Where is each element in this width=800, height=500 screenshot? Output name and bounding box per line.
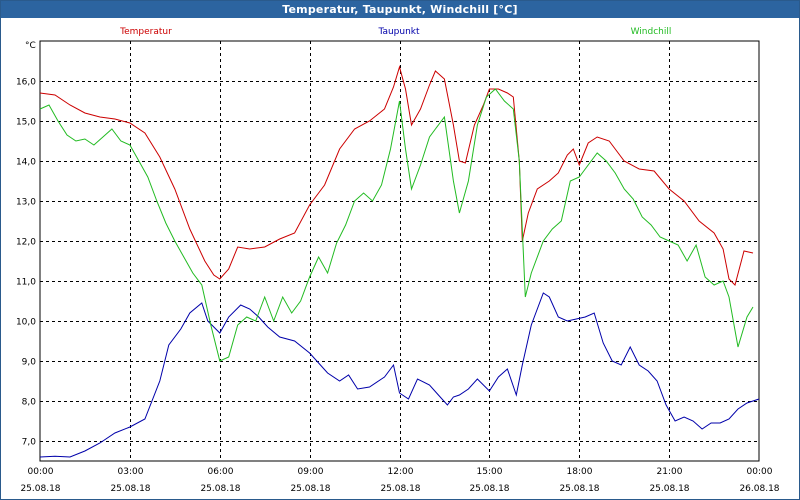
- y-tick-label: 8,0: [22, 398, 37, 408]
- x-tick-date: 26.08.18: [739, 484, 779, 494]
- y-tick-label: 11,0: [16, 278, 36, 288]
- x-tick-date: 25.08.18: [200, 484, 240, 494]
- x-tick-date: 25.08.18: [469, 484, 509, 494]
- y-tick-label: 12,0: [16, 238, 36, 248]
- chart-window: Temperatur, Taupunkt, Windchill [°C] 7,0…: [0, 0, 800, 500]
- y-axis-unit: °C: [25, 41, 36, 51]
- y-tick-label: 14,0: [16, 158, 36, 168]
- y-tick-label: 9,0: [22, 358, 37, 368]
- y-axis-ticks: 7,0 8,0 9,0 10,0 11,0 12,0 13,0 14,0 15,0 16,0: [16, 78, 36, 448]
- x-tick-date: 25.08.18: [110, 484, 150, 494]
- x-tick-time: 03:00: [118, 467, 144, 477]
- legend-temperatur: Temperatur: [119, 27, 172, 37]
- x-tick-date: 25.08.18: [290, 484, 330, 494]
- line-chart: 7,0 8,0 9,0 10,0 11,0 12,0 13,0 14,0 15,0 16,0 00…: [16, 27, 780, 494]
- x-tick-time: 09:00: [298, 467, 324, 477]
- y-tick-label: 10,0: [16, 318, 36, 328]
- x-tick-time: 00:00: [747, 467, 773, 477]
- x-tick-date: 25.08.18: [20, 484, 60, 494]
- x-axis-ticks: 00:00 25.08.18 03:00 25.08.18 06:00 25.08.18 0…: [20, 467, 779, 494]
- legend-taupunkt: Taupunkt: [377, 27, 420, 37]
- x-tick-date: 25.08.18: [380, 484, 420, 494]
- legend-windchill: Windchill: [631, 27, 672, 37]
- x-tick-time: 21:00: [657, 467, 683, 477]
- x-tick-date: 25.08.18: [649, 484, 689, 494]
- y-tick-label: 16,0: [16, 78, 36, 88]
- y-tick-label: 13,0: [16, 198, 36, 208]
- x-tick-date: 25.08.18: [559, 484, 599, 494]
- x-tick-time: 12:00: [388, 467, 414, 477]
- y-tick-label: 15,0: [16, 118, 36, 128]
- x-tick-time: 15:00: [477, 467, 503, 477]
- x-tick-time: 18:00: [567, 467, 593, 477]
- y-tick-label: 7,0: [22, 438, 37, 448]
- x-tick-time: 06:00: [208, 467, 234, 477]
- x-tick-time: 00:00: [28, 467, 54, 477]
- window-title: Temperatur, Taupunkt, Windchill [°C]: [1, 1, 799, 18]
